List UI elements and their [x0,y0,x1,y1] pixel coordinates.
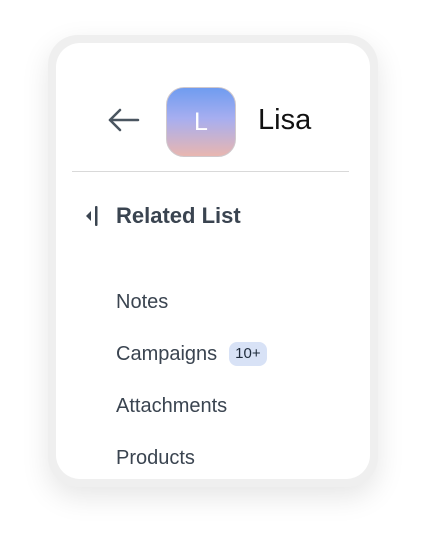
related-list-title: Related List [116,203,241,228]
list-item-notes[interactable]: Notes [116,287,168,317]
header-divider [72,171,349,172]
record-name: Lisa [258,104,312,136]
list-item-campaigns[interactable]: Campaigns 10+ [116,339,267,369]
list-item-label: Campaigns [116,342,218,365]
list-item-attachments[interactable]: Attachments [116,391,227,421]
list-item-label: Products [116,446,195,469]
record-header: L Lisa [56,43,370,171]
avatar[interactable]: L [166,87,236,157]
related-list-header[interactable]: Related List [80,201,320,233]
list-item-label: Attachments [116,394,228,417]
collapse-left-icon [86,206,98,226]
record-card-frame: L Lisa Related List Notes Campaigns 10+ … [48,35,378,487]
list-item-label: Notes [116,290,169,313]
list-item-products[interactable]: Products [116,443,195,473]
avatar-initial: L [194,107,208,136]
back-button[interactable] [104,105,144,135]
record-panel: L Lisa Related List Notes Campaigns 10+ … [56,43,370,479]
count-badge: 10+ [229,342,267,366]
arrow-left-icon [108,108,140,132]
